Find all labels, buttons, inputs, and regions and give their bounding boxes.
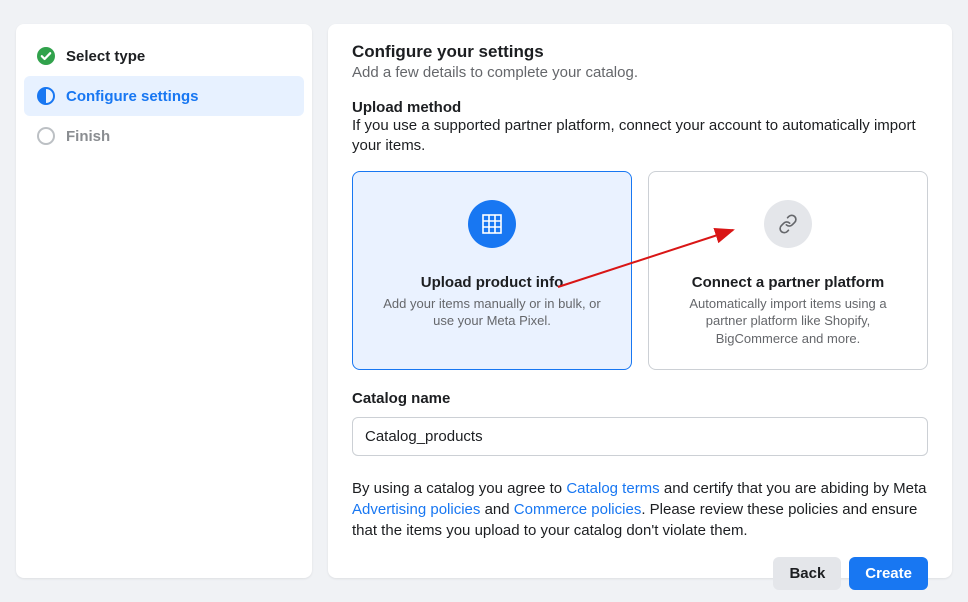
- catalog-terms-link[interactable]: Catalog terms: [566, 480, 659, 497]
- page-subtitle: Add a few details to complete your catal…: [352, 64, 928, 81]
- option-connect-partner-platform[interactable]: Connect a partner platform Automatically…: [648, 171, 928, 371]
- option-desc: Automatically import items using a partn…: [675, 295, 901, 348]
- step-label: Select type: [66, 48, 145, 65]
- step-select-type[interactable]: Select type: [24, 36, 304, 76]
- commerce-policies-link[interactable]: Commerce policies: [514, 501, 642, 518]
- link-icon: [764, 200, 812, 248]
- step-label: Finish: [66, 128, 110, 145]
- page-title: Configure your settings: [352, 42, 928, 62]
- option-title: Connect a partner platform: [675, 274, 901, 291]
- option-title: Upload product info: [379, 274, 605, 291]
- empty-circle-icon: [36, 126, 56, 146]
- footer-actions: Back Create: [352, 541, 928, 590]
- advertising-policies-link[interactable]: Advertising policies: [352, 501, 480, 518]
- stepper-sidebar: Select type Configure settings Finish: [16, 24, 312, 578]
- create-button[interactable]: Create: [849, 557, 928, 590]
- half-circle-icon: [36, 86, 56, 106]
- step-label: Configure settings: [66, 88, 199, 105]
- catalog-name-input[interactable]: [352, 417, 928, 456]
- main-panel: Configure your settings Add a few detail…: [328, 24, 952, 578]
- checkmark-circle-icon: [36, 46, 56, 66]
- step-finish[interactable]: Finish: [24, 116, 304, 156]
- grid-icon: [468, 200, 516, 248]
- upload-method-options: Upload product info Add your items manua…: [352, 171, 928, 371]
- option-upload-product-info[interactable]: Upload product info Add your items manua…: [352, 171, 632, 371]
- upload-method-desc: If you use a supported partner platform,…: [352, 116, 928, 157]
- back-button[interactable]: Back: [773, 557, 841, 590]
- catalog-name-label: Catalog name: [352, 390, 928, 407]
- option-desc: Add your items manually or in bulk, or u…: [379, 295, 605, 330]
- upload-method-title: Upload method: [352, 99, 928, 116]
- step-configure-settings[interactable]: Configure settings: [24, 76, 304, 116]
- terms-text: By using a catalog you agree to Catalog …: [352, 478, 928, 541]
